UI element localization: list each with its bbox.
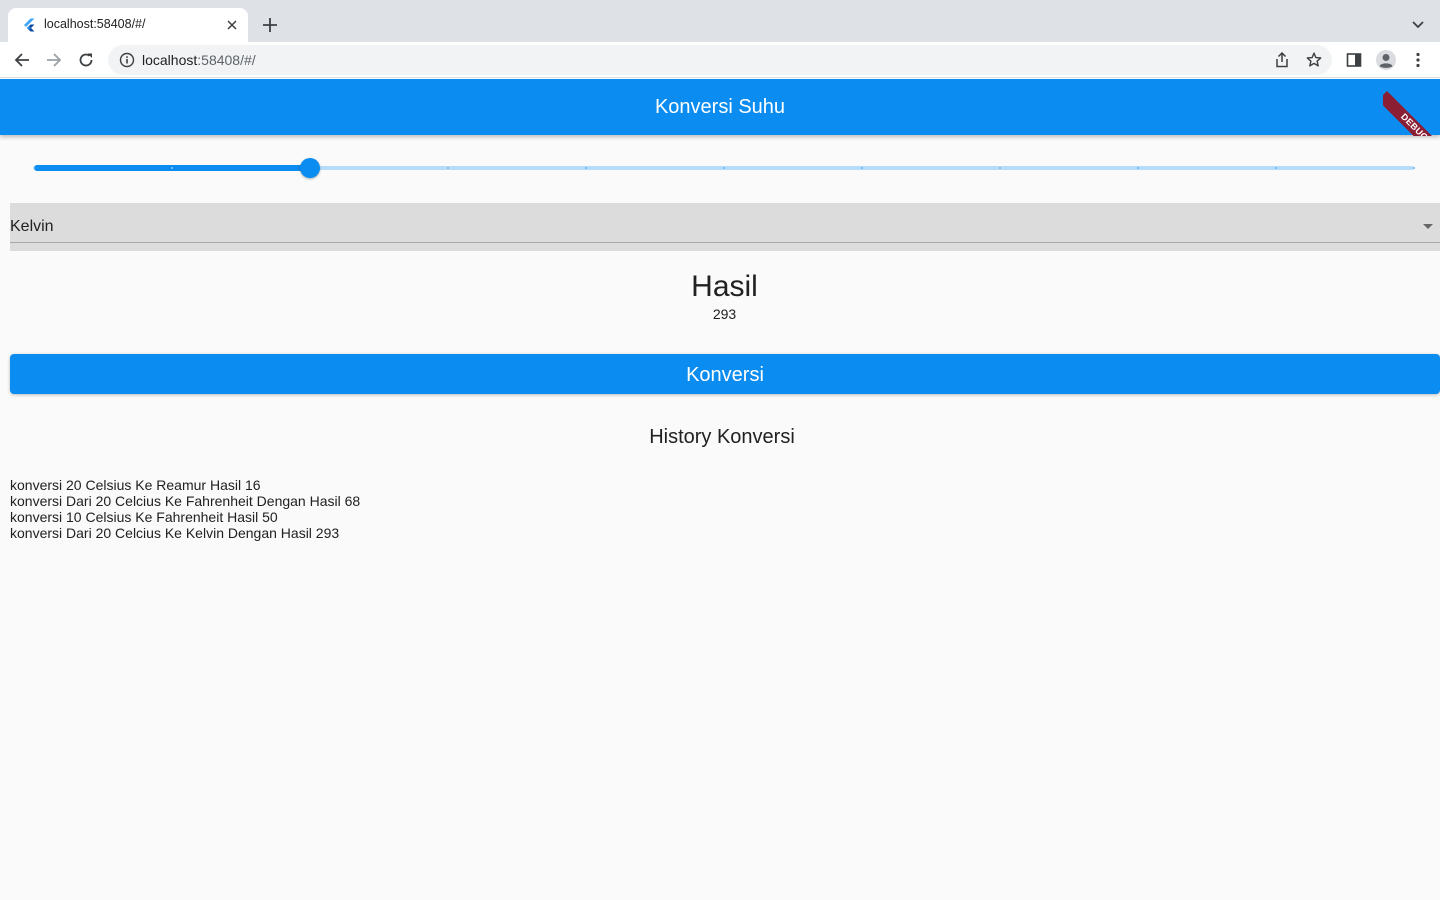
tab-search-chevron-icon[interactable] [1408, 15, 1428, 35]
side-panel-icon[interactable] [1342, 48, 1366, 72]
result-heading: Hasil [691, 270, 758, 303]
url-text[interactable]: localhost:58408/#/ [142, 52, 256, 68]
address-bar[interactable]: localhost:58408/#/ [108, 45, 1332, 75]
tab-title: localhost:58408/#/ [44, 17, 146, 31]
close-tab-icon[interactable] [224, 17, 240, 33]
app-title: Konversi Suhu [654, 96, 786, 118]
debug-banner-label: DEBUG [1383, 91, 1440, 136]
back-arrow-icon[interactable] [10, 48, 34, 72]
slider-tick [447, 167, 449, 169]
history-item: konversi Dari 20 Celcius Ke Fahrenheit D… [10, 493, 361, 509]
history-item: konversi 20 Celsius Ke Reamur Hasil 16 [10, 477, 261, 493]
slider-tick [1137, 167, 1139, 169]
forward-arrow-icon[interactable] [42, 48, 66, 72]
share-icon[interactable] [1272, 50, 1292, 70]
site-info-icon[interactable] [119, 52, 135, 68]
history-item: konversi Dari 20 Celcius Ke Kelvin Denga… [10, 525, 340, 541]
browser-toolbar: localhost:58408/#/ [0, 42, 1440, 78]
slider-tick [723, 167, 725, 169]
dropdown-underline [10, 242, 1440, 243]
debug-banner: DEBUG [1383, 79, 1440, 136]
new-tab-icon[interactable] [260, 15, 280, 35]
temperature-slider[interactable] [24, 151, 1424, 187]
reload-icon[interactable] [74, 48, 98, 72]
url-host: localhost [142, 52, 198, 68]
dropdown-selected-value: Kelvin [10, 218, 54, 235]
slider-tick [1413, 167, 1415, 169]
result-value: 293 [712, 306, 737, 322]
browser-tab[interactable]: localhost:58408/#/ [8, 8, 248, 42]
bookmark-star-icon[interactable] [1304, 50, 1324, 70]
flutter-favicon-icon [24, 18, 35, 32]
browser-tab-strip: localhost:58408/#/ [0, 0, 1440, 42]
url-path: :58408/#/ [197, 52, 256, 68]
history-list: konversi 20 Celsius Ke Reamur Hasil 16 k… [10, 477, 360, 541]
profile-avatar-icon[interactable] [1374, 48, 1398, 72]
slider-tick [861, 167, 863, 169]
convert-button-label: Konversi [686, 364, 764, 386]
slider-tick [585, 167, 587, 169]
slider-tick [999, 167, 1001, 169]
dropdown-arrow-icon [1423, 224, 1433, 229]
app-bar: Konversi Suhu [0, 79, 1440, 135]
slider-tick [33, 167, 35, 169]
browser-menu-icon[interactable] [1406, 48, 1430, 72]
unit-dropdown[interactable]: Kelvin [10, 203, 1440, 251]
history-item: konversi 10 Celsius Ke Fahrenheit Hasil … [10, 509, 278, 525]
slider-thumb[interactable] [300, 158, 320, 178]
slider-tick [171, 167, 173, 169]
convert-button[interactable]: Konversi [10, 354, 1440, 394]
history-title: History Konversi [649, 426, 795, 448]
app-viewport: Konversi Suhu DEBUG Kelvin Hasil 293 Kon… [0, 79, 1440, 900]
slider-tick [1275, 167, 1277, 169]
